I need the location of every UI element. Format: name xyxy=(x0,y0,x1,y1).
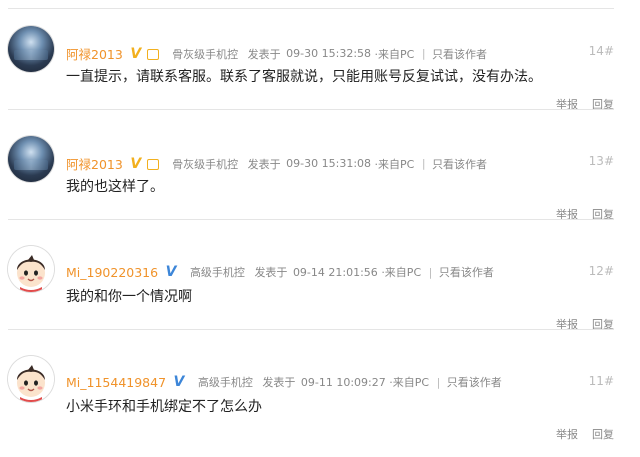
post-item: Mi_1154419847 V 高级手机控 发表于 09-11 10:09:27… xyxy=(0,330,640,442)
post-source: ·来自PC xyxy=(374,47,415,61)
user-level: 骨灰级手机控 xyxy=(172,47,239,61)
post-content: 我的也这样了。 xyxy=(66,179,164,195)
verified-badge-icon: V xyxy=(130,45,142,62)
cartoon-boy-avatar-icon xyxy=(8,356,54,402)
floor-number: 11# xyxy=(588,374,614,388)
only-author-link[interactable]: 只看该作者 xyxy=(439,264,494,280)
posted-label: 发表于 xyxy=(247,157,281,171)
post-meta: Mi_1154419847 V 高级手机控 发表于 09-11 10:09:27… xyxy=(66,374,614,390)
post-source: ·来自PC xyxy=(389,376,430,389)
post-datetime: 09-30 15:31:08 xyxy=(286,157,372,170)
member-badge-icon xyxy=(146,159,159,170)
reply-button[interactable]: 回复 xyxy=(592,428,614,441)
user-avatar[interactable] xyxy=(8,26,54,72)
post-item: 阿禄2013 V 骨灰级手机控 发表于 09-30 15:31:08 ·来自PC… xyxy=(0,110,640,221)
post-item: 阿禄2013 V 骨灰级手机控 发表于 09-30 15:32:58 ·来自PC… xyxy=(0,0,640,111)
posted-label: 发表于 xyxy=(262,376,296,389)
member-badge-icon xyxy=(146,49,159,60)
post-item: Mi_190220316 V 高级手机控 发表于 09-14 21:01:56 … xyxy=(0,220,640,331)
post-datetime: 09-11 10:09:27 xyxy=(300,375,386,389)
username-link[interactable]: 阿禄2013 xyxy=(66,44,123,63)
floor-number: 14# xyxy=(588,44,614,58)
meta-divider: | xyxy=(436,375,441,389)
cartoon-boy-avatar-icon xyxy=(8,246,54,292)
username-link[interactable]: 阿禄2013 xyxy=(66,154,123,173)
username-link[interactable]: Mi_190220316 xyxy=(66,265,158,280)
meta-divider: | xyxy=(421,157,426,170)
posted-label: 发表于 xyxy=(254,266,288,279)
posted-label: 发表于 xyxy=(247,47,281,61)
user-level: 骨灰级手机控 xyxy=(172,157,239,171)
only-author-link[interactable]: 只看该作者 xyxy=(432,46,487,62)
verified-badge-icon: V xyxy=(165,264,177,280)
post-actions: 举报 回复 xyxy=(542,426,614,442)
post-datetime: 09-30 15:32:58 xyxy=(286,47,372,60)
reply-thread: 阿禄2013 V 骨灰级手机控 发表于 09-30 15:32:58 ·来自PC… xyxy=(0,0,640,457)
post-content: 我的和你一个情况啊 xyxy=(66,289,192,305)
post-meta: 阿禄2013 V 骨灰级手机控 发表于 09-30 15:31:08 ·来自PC… xyxy=(66,154,614,173)
post-source: ·来自PC xyxy=(374,157,415,171)
user-avatar[interactable] xyxy=(8,246,54,292)
only-author-link[interactable]: 只看该作者 xyxy=(447,374,502,390)
user-level: 高级手机控 xyxy=(197,376,253,389)
meta-divider: | xyxy=(428,265,433,279)
report-button[interactable]: 举报 xyxy=(556,428,578,441)
post-meta: 阿禄2013 V 骨灰级手机控 发表于 09-30 15:32:58 ·来自PC… xyxy=(66,44,614,63)
floor-number: 13# xyxy=(588,154,614,168)
only-author-link[interactable]: 只看该作者 xyxy=(432,156,487,172)
post-meta: Mi_190220316 V 高级手机控 发表于 09-14 21:01:56 … xyxy=(66,264,614,280)
post-source: ·来自PC xyxy=(381,266,422,279)
verified-badge-icon: V xyxy=(130,155,142,172)
username-link[interactable]: Mi_1154419847 xyxy=(66,375,166,390)
meta-divider: | xyxy=(421,47,426,60)
user-avatar[interactable] xyxy=(8,356,54,402)
post-content: 一直提示，请联系客服。联系了客服就说，只能用账号反复试试，没有办法。 xyxy=(66,69,542,85)
verified-badge-icon: V xyxy=(173,374,185,390)
user-avatar[interactable] xyxy=(8,136,54,182)
floor-number: 12# xyxy=(588,264,614,278)
post-content: 小米手环和手机绑定不了怎么办 xyxy=(66,399,262,415)
user-level: 高级手机控 xyxy=(189,266,245,279)
post-datetime: 09-14 21:01:56 xyxy=(292,265,378,279)
